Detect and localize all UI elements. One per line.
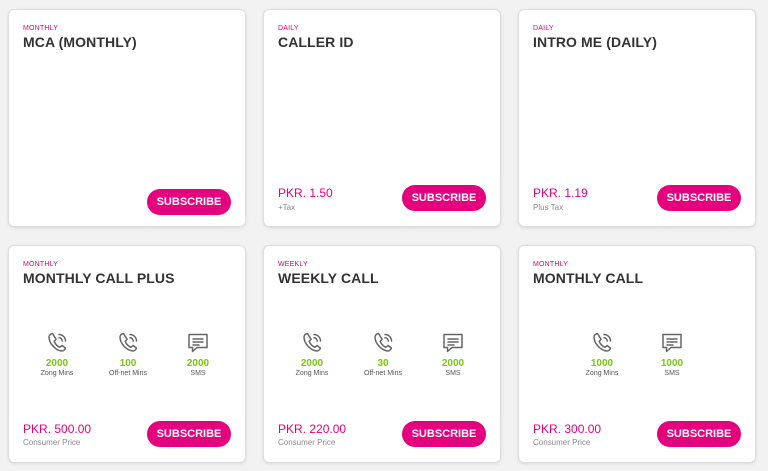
feature-value: 1000 bbox=[660, 358, 684, 369]
package-price: PKR. 1.50 bbox=[278, 186, 333, 200]
package-card-weekly-call: WEEKLY WEEKLY CALL 2000 Zong Mins 30 Off… bbox=[263, 245, 501, 463]
feature-value: 2000 bbox=[300, 358, 324, 369]
feature-label: Off-net Mins bbox=[109, 370, 147, 377]
subscribe-button[interactable]: SUBSCRIBE bbox=[657, 421, 741, 447]
feature-label: Off-net Mins bbox=[364, 370, 402, 377]
package-period: WEEKLY bbox=[278, 261, 308, 268]
feature-value: 2000 bbox=[45, 358, 69, 369]
feature-offnet-mins: 100 Off-net Mins bbox=[93, 331, 163, 378]
price-note: Consumer Price bbox=[533, 438, 591, 447]
feature-value: 2000 bbox=[441, 358, 465, 369]
package-period: DAILY bbox=[278, 25, 299, 32]
phone-icon bbox=[119, 332, 138, 352]
feature-zong-mins: 2000 Zong Mins bbox=[277, 331, 347, 378]
phone-icon bbox=[48, 332, 67, 352]
package-price: PKR. 500.00 bbox=[23, 422, 92, 436]
package-title: WEEKLY CALL bbox=[278, 270, 379, 286]
message-icon bbox=[443, 333, 463, 353]
price-note: Plus Tax bbox=[533, 203, 564, 212]
feature-label: Zong Mins bbox=[585, 370, 619, 377]
subscribe-button[interactable]: SUBSCRIBE bbox=[147, 421, 231, 447]
package-price: PKR. 300.00 bbox=[533, 422, 602, 436]
package-price: PKR. 220.00 bbox=[278, 422, 347, 436]
feature-label: SMS bbox=[445, 370, 461, 377]
message-icon bbox=[188, 333, 208, 353]
price-note: Consumer Price bbox=[278, 438, 336, 447]
package-card-mca-monthly: MONTHLY MCA (MONTHLY) SUBSCRIBE bbox=[8, 9, 246, 227]
feature-offnet-mins: 30 Off-net Mins bbox=[348, 331, 418, 378]
package-card-monthly-call-plus: MONTHLY MONTHLY CALL PLUS 2000 Zong Mins… bbox=[8, 245, 246, 463]
feature-value: 1000 bbox=[590, 358, 614, 369]
package-card-caller-id: DAILY CALLER ID PKR. 1.50 +Tax SUBSCRIBE bbox=[263, 9, 501, 227]
feature-sms: 2000 SMS bbox=[418, 331, 488, 378]
feature-sms: 1000 SMS bbox=[637, 331, 707, 378]
package-period: MONTHLY bbox=[533, 261, 569, 268]
feature-label: SMS bbox=[664, 370, 680, 377]
package-period: MONTHLY bbox=[23, 261, 59, 268]
subscribe-button[interactable]: SUBSCRIBE bbox=[402, 185, 486, 211]
package-title: MONTHLY CALL bbox=[533, 270, 644, 286]
subscribe-button[interactable]: SUBSCRIBE bbox=[657, 185, 741, 211]
phone-icon bbox=[593, 332, 612, 352]
feature-zong-mins: 1000 Zong Mins bbox=[567, 331, 637, 378]
phone-icon bbox=[303, 332, 322, 352]
feature-label: Zong Mins bbox=[295, 370, 329, 377]
feature-value: 100 bbox=[119, 358, 137, 369]
feature-label: SMS bbox=[190, 370, 206, 377]
package-title: CALLER ID bbox=[278, 34, 354, 50]
feature-label: Zong Mins bbox=[40, 370, 74, 377]
feature-value: 2000 bbox=[186, 358, 210, 369]
package-title: INTRO ME (DAILY) bbox=[533, 34, 657, 50]
package-price: PKR. 1.19 bbox=[533, 186, 588, 200]
feature-zong-mins: 2000 Zong Mins bbox=[22, 331, 92, 378]
price-note: Consumer Price bbox=[23, 438, 81, 447]
package-period: DAILY bbox=[533, 25, 554, 32]
feature-sms: 2000 SMS bbox=[163, 331, 233, 378]
feature-value: 30 bbox=[377, 358, 389, 369]
package-card-monthly-call: MONTHLY MONTHLY CALL 1000 Zong Mins 1000… bbox=[518, 245, 756, 463]
package-title: MCA (MONTHLY) bbox=[23, 34, 137, 50]
subscribe-button[interactable]: SUBSCRIBE bbox=[147, 189, 231, 215]
phone-icon bbox=[374, 332, 393, 352]
subscribe-button[interactable]: SUBSCRIBE bbox=[402, 421, 486, 447]
price-note: +Tax bbox=[278, 203, 296, 212]
package-card-intro-me: DAILY INTRO ME (DAILY) PKR. 1.19 Plus Ta… bbox=[518, 9, 756, 227]
message-icon bbox=[662, 333, 682, 353]
package-title: MONTHLY CALL PLUS bbox=[23, 270, 175, 286]
package-period: MONTHLY bbox=[23, 25, 59, 32]
